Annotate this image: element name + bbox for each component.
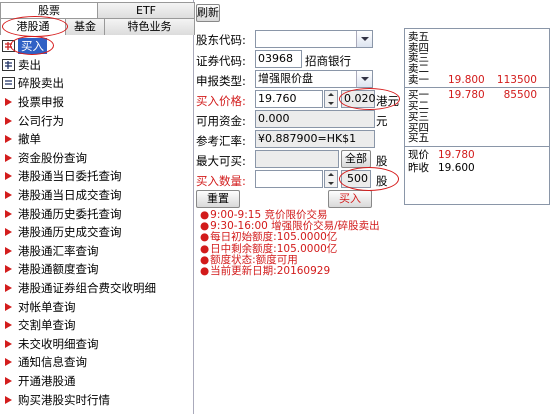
rate-value: ¥0.887900=HK$1: [255, 130, 375, 148]
trading-window: 股票 ETF 港股通 基金 特色业务 买入 卖出 碎股卖出 投票申报 公司行为: [0, 0, 554, 414]
bid-row: 买五: [408, 132, 429, 145]
note-line: 当前更新日期:20160929: [200, 265, 380, 277]
menu-item-history-trades[interactable]: 港股通历史成交查询: [0, 223, 194, 242]
odd-lot-icon: [1, 77, 15, 90]
annotation-circle: [2, 16, 68, 37]
menu-item-notices[interactable]: 通知信息查询: [0, 353, 194, 372]
annotation-circle: [10, 36, 54, 55]
menu-item-sell[interactable]: 卖出: [0, 56, 194, 75]
quantity-input[interactable]: [255, 170, 323, 188]
arrow-icon: [1, 394, 15, 406]
menu-item-funds-query[interactable]: 资金股份查询: [0, 149, 194, 168]
quantity-spinner[interactable]: [324, 170, 338, 188]
quantity-label: 买入数量:: [196, 174, 246, 188]
menu-item-delivery[interactable]: 交割单查询: [0, 316, 194, 335]
bid-row: 买三: [408, 110, 429, 123]
max-label: 最大可买:: [196, 154, 246, 168]
stock-name: 招商银行: [305, 54, 351, 68]
chevron-down-icon: [356, 71, 372, 87]
tab-etf[interactable]: ETF: [97, 2, 195, 19]
menu-item-quota-query[interactable]: 港股通额度查询: [0, 260, 194, 279]
account-label: 股东代码:: [196, 33, 246, 47]
menu-item-cancel-order[interactable]: 撤单: [0, 130, 194, 149]
sell-icon: [1, 58, 15, 71]
arrow-icon: [1, 282, 15, 294]
menu-item-today-trades[interactable]: 港股通当日成交查询: [0, 186, 194, 205]
price-input[interactable]: 19.760: [255, 90, 323, 108]
menu-item-history-orders[interactable]: 港股通历史委托查询: [0, 204, 194, 223]
toolbar: 刷新: [196, 4, 220, 22]
all-button[interactable]: 全部: [341, 150, 371, 168]
menu-item-corporate-action[interactable]: 公司行为: [0, 111, 194, 130]
arrow-icon: [1, 115, 15, 127]
menu-item-exchange-rate[interactable]: 港股通汇率查询: [0, 242, 194, 261]
tab-special-services[interactable]: 特色业务: [104, 18, 195, 35]
rate-label: 参考汇率:: [196, 134, 246, 148]
funds-value: 0.000: [255, 110, 375, 128]
reset-button[interactable]: 重置: [196, 190, 240, 208]
arrow-icon: [1, 356, 15, 368]
order-book: 卖五 卖四 卖三 卖二 卖一 19.800 113500 买一 19.780 85500…: [404, 28, 550, 205]
arrow-icon: [1, 245, 15, 257]
code-label: 证券代码:: [196, 54, 246, 68]
arrow-icon: [1, 375, 15, 387]
arrow-icon: [1, 338, 15, 350]
arrow-icon: [1, 208, 15, 220]
arrow-icon: [1, 96, 15, 108]
ask-row: 卖一 19.800 113500: [408, 73, 537, 86]
menu-item-odd-lot-sell[interactable]: 碎股卖出: [0, 74, 194, 93]
arrow-icon: [1, 133, 15, 145]
menu-item-statement[interactable]: 对帐单查询: [0, 297, 194, 316]
funds-label: 可用资金:: [196, 114, 246, 128]
buy-button[interactable]: 买入: [328, 190, 372, 208]
trading-notes: 9:00-9:15 竞价限价交易 9:30-16:00 增强限价交易/碎股卖出 …: [200, 209, 380, 277]
annotation-circle: [339, 167, 399, 191]
refresh-button[interactable]: 刷新: [196, 4, 220, 22]
tab-funds[interactable]: 基金: [65, 18, 105, 35]
type-label: 申报类型:: [196, 74, 246, 88]
annotation-circle: [339, 88, 400, 110]
menu-item-portfolio-fee[interactable]: 港股通证券组合费交收明细: [0, 279, 194, 298]
max-value: [255, 150, 339, 168]
arrow-icon: [1, 152, 15, 164]
menu-item-unsettled[interactable]: 未交收明细查询: [0, 335, 194, 354]
arrow-icon: [1, 319, 15, 331]
price-label: 买入价格:: [196, 94, 246, 108]
left-panel: 股票 ETF 港股通 基金 特色业务 买入 卖出 碎股卖出 投票申报 公司行为: [0, 0, 195, 414]
arrow-icon: [1, 189, 15, 201]
arrow-icon: [1, 226, 15, 238]
arrow-icon: [1, 170, 15, 182]
arrow-icon: [1, 263, 15, 275]
note-line: 每日初始额度:105.0000亿: [200, 232, 380, 243]
arrow-icon: [1, 301, 15, 313]
last-price-row: 现价 19.780: [408, 148, 475, 161]
menu-item-vote[interactable]: 投票申报: [0, 93, 194, 112]
price-spinner[interactable]: [324, 90, 338, 108]
prev-close-row: 昨收 19.600: [408, 161, 475, 174]
menu-item-open-hk-connect[interactable]: 开通港股通: [0, 372, 194, 391]
chevron-down-icon: [356, 31, 372, 47]
order-type-select[interactable]: 增强限价盘: [255, 70, 373, 88]
function-menu: 买入 卖出 碎股卖出 投票申报 公司行为 撤单 资金股份查询 港股通当日委托查询…: [0, 37, 194, 409]
funds-unit: 元: [376, 114, 388, 128]
account-select[interactable]: [255, 30, 373, 48]
code-input[interactable]: 03968: [255, 50, 302, 68]
menu-item-buy-quotes[interactable]: 购买港股实时行情: [0, 390, 194, 409]
menu-item-today-orders[interactable]: 港股通当日委托查询: [0, 167, 194, 186]
